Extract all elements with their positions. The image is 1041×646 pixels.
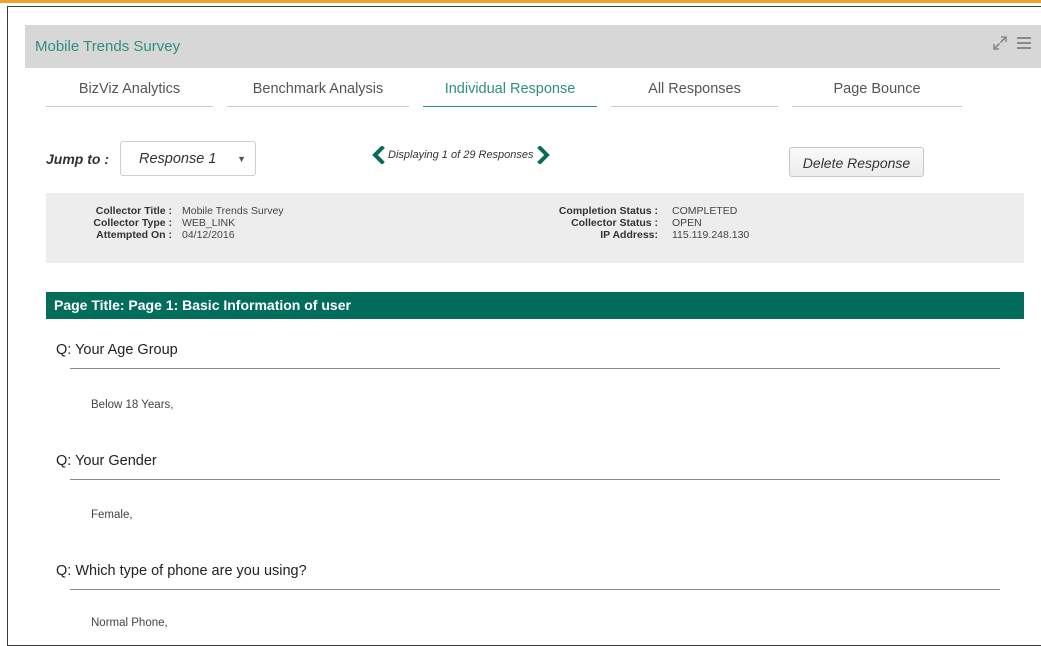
- delete-response-button[interactable]: Delete Response: [789, 147, 924, 177]
- panel-header: Mobile Trends Survey: [25, 25, 1041, 68]
- jump-to-label: Jump to :: [46, 151, 109, 167]
- collector-title-value: Mobile Trends Survey: [182, 205, 284, 217]
- panel-title: Mobile Trends Survey: [35, 38, 181, 55]
- collector-status-value: OPEN: [672, 217, 702, 229]
- completion-status-value: COMPLETED: [672, 205, 738, 217]
- answer-text: Normal Phone,: [91, 617, 168, 629]
- completion-status-key: Completion Status :: [558, 205, 658, 217]
- page-title-bar: Page Title: Page 1: Basic Information of…: [46, 292, 1024, 319]
- metadata-row: IP Address: 115.119.248.130: [513, 229, 749, 241]
- response-select-value: Response 1: [139, 150, 217, 167]
- tab-page-bounce[interactable]: Page Bounce: [792, 76, 962, 107]
- metadata-row: Completion Status : COMPLETED: [513, 205, 749, 217]
- metadata-row: Attempted On : 04/12/2016: [46, 229, 284, 241]
- metadata-row: Collector Type : WEB_LINK: [46, 217, 284, 229]
- metadata-row: Collector Title : Mobile Trends Survey: [46, 205, 284, 217]
- question-divider: [70, 589, 1000, 590]
- next-response-button[interactable]: [536, 145, 551, 165]
- dropdown-caret-icon: ▼: [237, 154, 246, 164]
- collector-type-key: Collector Type :: [93, 217, 172, 229]
- question-label: Q: Your Age Group: [56, 342, 178, 358]
- tab-bar: BizViz Analytics Benchmark Analysis Indi…: [46, 76, 962, 108]
- answer-text: Below 18 Years,: [91, 399, 174, 411]
- previous-response-button[interactable]: [371, 145, 385, 165]
- answer-text: Female,: [91, 509, 133, 521]
- ip-address-key: IP Address:: [600, 229, 658, 241]
- response-select[interactable]: Response 1 ▼: [120, 141, 256, 176]
- tab-benchmark-analysis[interactable]: Benchmark Analysis: [227, 76, 409, 107]
- question-label: Q: Which type of phone are you using?: [56, 563, 307, 579]
- top-accent-rule: [0, 0, 1041, 3]
- question-label: Q: Your Gender: [56, 453, 157, 469]
- metadata-right-column: Completion Status : COMPLETED Collector …: [513, 205, 749, 241]
- question-divider: [70, 479, 1000, 480]
- question-divider: [70, 368, 1000, 369]
- metadata-left-column: Collector Title : Mobile Trends Survey C…: [46, 205, 284, 241]
- ip-address-value: 115.119.248.130: [672, 229, 750, 241]
- collector-type-value: WEB_LINK: [182, 217, 236, 229]
- response-pager: Displaying 1 of 29 Responses: [371, 145, 551, 165]
- metadata-row: Collector Status : OPEN: [513, 217, 749, 229]
- pager-status-text: Displaying 1 of 29 Responses: [388, 149, 534, 161]
- panel-actions: [991, 34, 1033, 52]
- attempted-on-key: Attempted On :: [96, 229, 172, 241]
- response-metadata: Collector Title : Mobile Trends Survey C…: [46, 193, 1024, 263]
- tab-bizviz-analytics[interactable]: BizViz Analytics: [46, 76, 213, 107]
- expand-icon[interactable]: [991, 34, 1009, 52]
- tab-all-responses[interactable]: All Responses: [611, 76, 778, 107]
- collector-title-key: Collector Title :: [95, 205, 172, 217]
- tab-individual-response[interactable]: Individual Response: [423, 76, 597, 107]
- collector-status-key: Collector Status :: [571, 217, 658, 229]
- attempted-on-value: 04/12/2016: [182, 229, 235, 241]
- hamburger-menu-icon[interactable]: [1015, 34, 1033, 52]
